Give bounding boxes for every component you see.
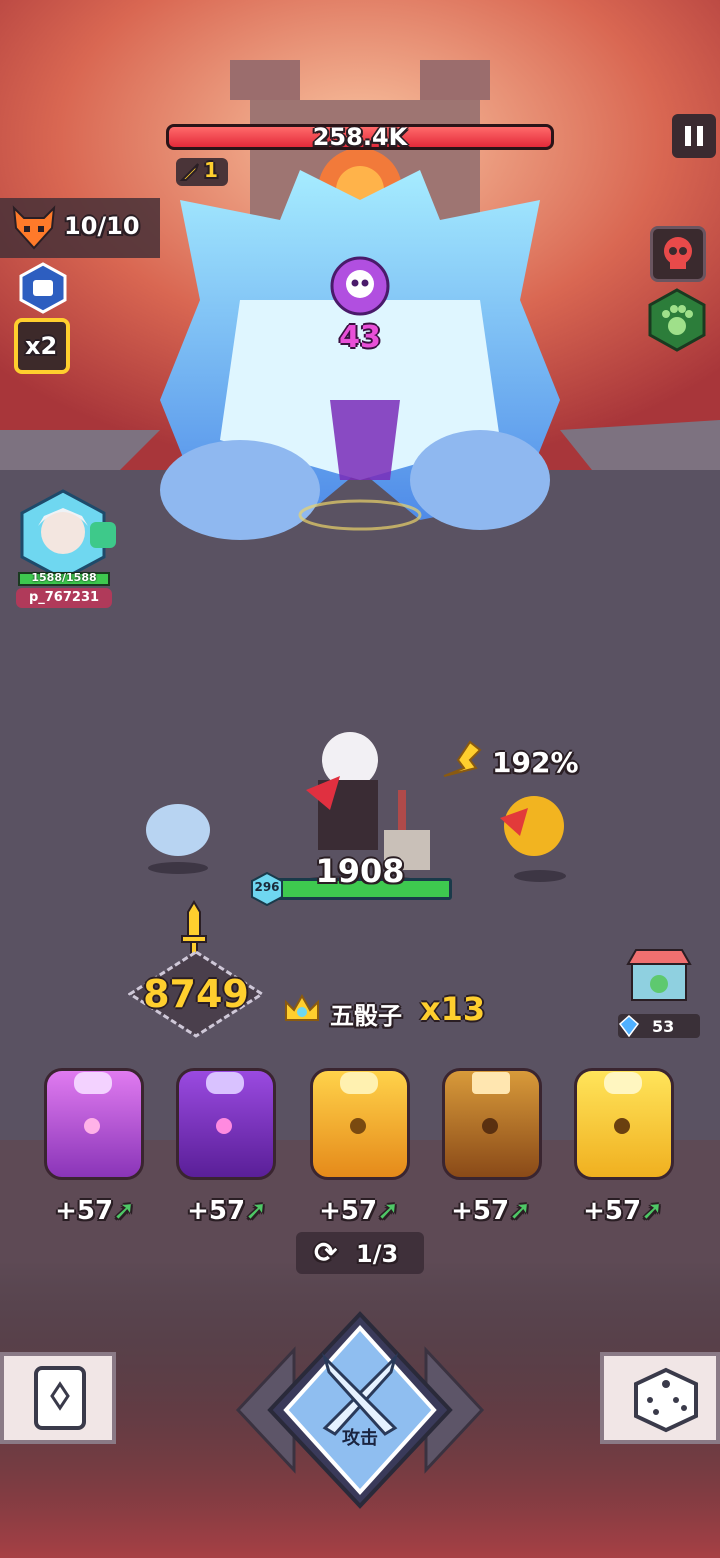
wave-counter: 10/10 — [0, 198, 160, 258]
up-arrow-icon: ➚ — [641, 1196, 663, 1226]
ally-name: p_767231 — [28, 590, 100, 605]
up-arrow-icon: ➚ — [377, 1196, 399, 1226]
attack-button[interactable]: 攻击 — [228, 1310, 492, 1510]
die-5-bonus: +57➚ — [583, 1196, 663, 1226]
die-2[interactable] — [172, 1058, 280, 1188]
up-arrow-icon: ➚ — [113, 1196, 135, 1226]
dice-icon — [634, 1367, 698, 1433]
pause-icon — [685, 126, 691, 146]
crit-indicator: 192% — [440, 736, 590, 784]
combo-indicator: 五骰子 x13 — [282, 990, 502, 1034]
gem-count: 53 — [652, 1017, 675, 1036]
hero-hp-text: 1908 — [315, 852, 405, 890]
boss-hp-bar: 258.4K — [166, 124, 554, 150]
combo-name: 五骰子 — [330, 1002, 402, 1030]
poison-skull-icon — [330, 256, 390, 316]
die-4-pip — [482, 1118, 498, 1134]
shop-icon — [626, 949, 692, 1001]
demon-icon — [12, 205, 56, 250]
die-4-bonus: +57➚ — [451, 1196, 531, 1226]
die-3-refresh-icon — [340, 1072, 378, 1094]
up-arrow-icon: ➚ — [245, 1196, 267, 1226]
die-1-bonus: +57➚ — [55, 1196, 135, 1226]
up-arrow-icon: ➚ — [509, 1196, 531, 1226]
die-4[interactable] — [438, 1058, 546, 1188]
die-3-bonus: +57➚ — [319, 1196, 399, 1226]
reroll-button[interactable]: ⟳ 1/3 — [296, 1232, 424, 1274]
shop-button[interactable]: 53 — [616, 940, 700, 1040]
ally-name-tag: p_767231 — [16, 588, 112, 608]
wave-counter-text: 10/10 — [64, 212, 140, 240]
die-2-pip — [216, 1118, 232, 1134]
attack-power-value: 8749 — [143, 972, 249, 1016]
pause-button[interactable] — [672, 114, 716, 158]
speed-button[interactable]: x2 — [14, 318, 70, 374]
gem-counter: 53 — [618, 1014, 700, 1038]
poison-status: 43 — [322, 256, 398, 356]
skill-button[interactable] — [18, 262, 68, 314]
crit-hammer-icon — [443, 740, 482, 777]
die-4-cards-icon — [472, 1072, 510, 1094]
paw-icon — [648, 288, 706, 352]
pet-button[interactable] — [646, 288, 708, 352]
boss-debuff-count: 1 — [204, 158, 218, 182]
die-5[interactable] — [570, 1058, 678, 1188]
ally-hp-text: 1588/1588 — [31, 571, 97, 584]
dice-collection-button[interactable] — [600, 1352, 720, 1444]
boss-debuff-indicator: 1 — [176, 158, 228, 186]
die-1-pip — [84, 1118, 100, 1134]
die-1[interactable] — [40, 1058, 148, 1188]
hero-shield-value: 296 — [254, 880, 280, 894]
die-5-coin-icon — [604, 1072, 642, 1094]
crown-icon — [285, 993, 319, 1021]
boss-hp-text: 258.4K — [312, 124, 408, 150]
ally-hp-bar: 1588/1588 — [18, 571, 110, 586]
attack-power: 8749 — [128, 900, 264, 1040]
skull-icon — [664, 237, 692, 269]
speed-multiplier: x2 — [25, 332, 58, 360]
ally-card[interactable]: 1588/1588 p_767231 — [14, 488, 124, 614]
crit-percent: 192% — [492, 746, 579, 779]
gem-icon — [618, 1015, 640, 1037]
skull-button[interactable] — [650, 226, 706, 282]
book-icon — [34, 1366, 86, 1430]
die-2-bonus: +57➚ — [187, 1196, 267, 1226]
hexagon-skill-icon — [19, 262, 67, 314]
sword-icon — [179, 163, 199, 181]
ally-swap-icon — [90, 522, 116, 548]
die-3-pip — [350, 1118, 366, 1134]
die-1-play-icon — [74, 1072, 112, 1094]
refresh-icon: ⟳ — [314, 1236, 338, 1269]
die-2-play-icon — [206, 1072, 244, 1094]
combo-multiplier: x13 — [420, 990, 486, 1028]
poison-stack-count: 43 — [339, 320, 381, 355]
attack-button-label: 攻击 — [342, 1428, 378, 1449]
codex-button[interactable] — [0, 1352, 116, 1444]
die-5-pip — [614, 1118, 630, 1134]
die-3[interactable] — [306, 1058, 414, 1188]
reroll-count: 1/3 — [356, 1240, 399, 1268]
